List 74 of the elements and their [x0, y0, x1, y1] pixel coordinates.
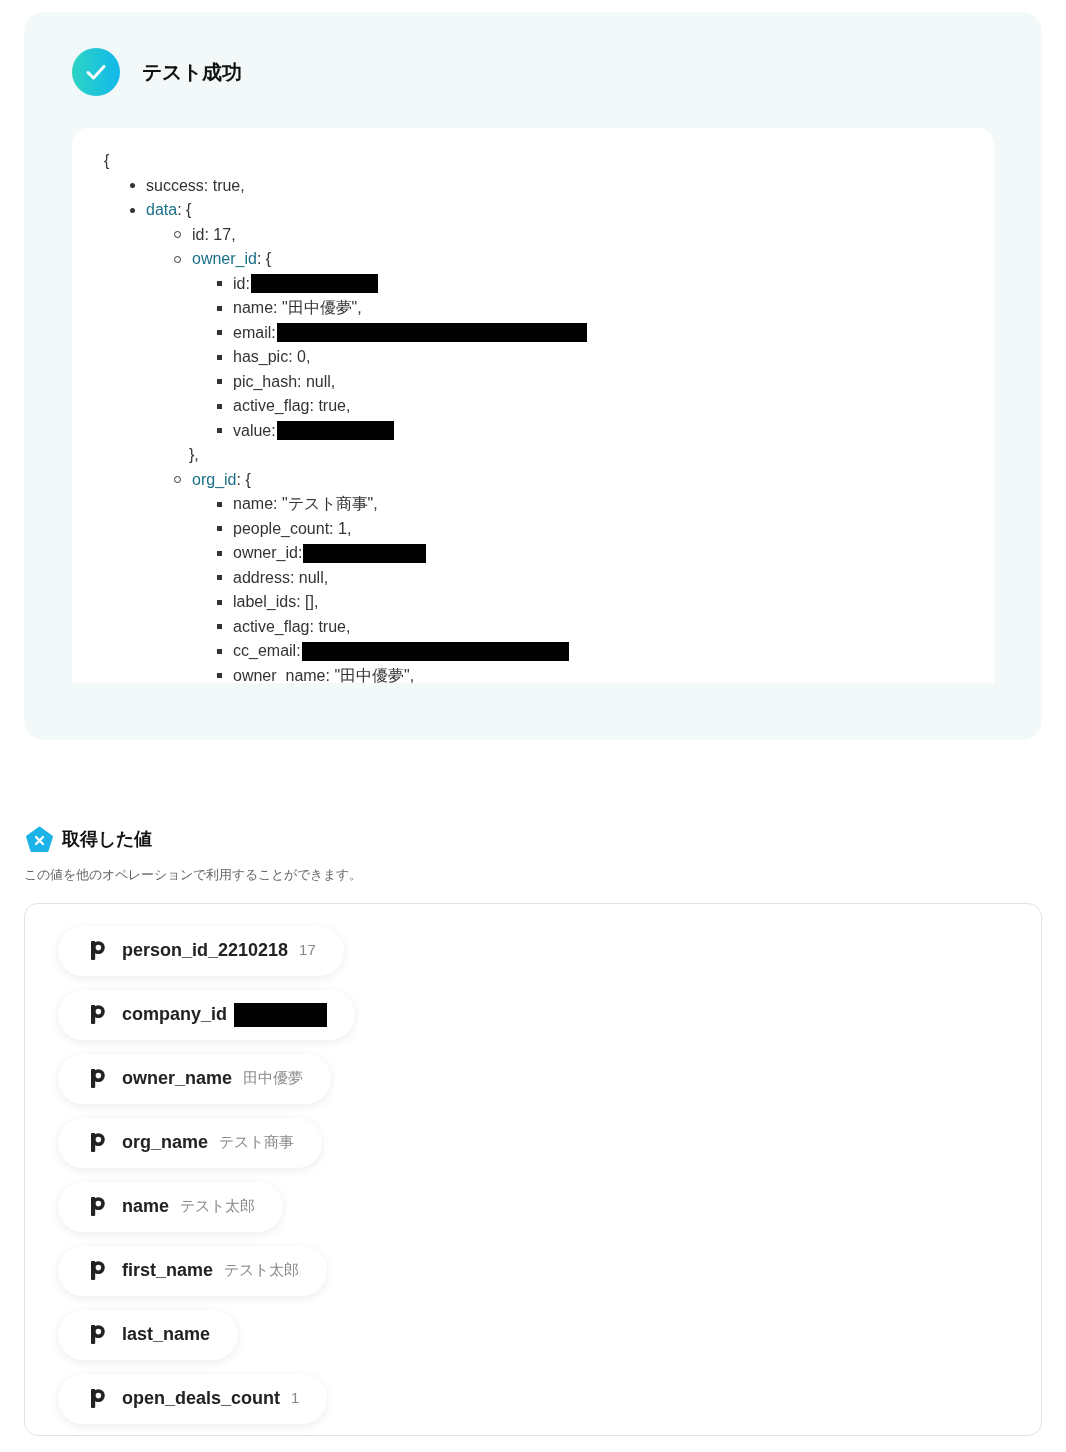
bullet-icon	[217, 575, 222, 581]
value-chip[interactable]: last_name	[58, 1309, 239, 1360]
pentagon-x-icon	[26, 826, 53, 853]
app-logo-icon	[90, 1069, 105, 1088]
check-icon	[72, 48, 120, 96]
value-chip[interactable]: company_id	[58, 989, 356, 1040]
value-text: 1	[291, 1388, 300, 1409]
value-text: テスト太郎	[180, 1196, 256, 1217]
value-name: owner_name	[122, 1067, 233, 1090]
code-line: pic_hash: null,	[233, 371, 336, 392]
section-title: 取得した値	[62, 828, 152, 851]
value-name: org_name	[122, 1131, 209, 1154]
value-chip[interactable]: first_name テスト太郎	[58, 1245, 328, 1296]
value-name: open_deals_count	[122, 1387, 281, 1410]
app-logo-icon	[90, 1133, 105, 1152]
bullet-icon	[217, 354, 222, 360]
code-line: id: 17,	[192, 224, 236, 245]
code-line: },	[189, 445, 199, 465]
bullet-icon	[217, 281, 222, 287]
value-name: last_name	[122, 1323, 211, 1346]
bullet-icon	[217, 624, 222, 630]
bullet-icon	[217, 379, 222, 385]
value-chip[interactable]: owner_name 田中優夢	[58, 1053, 332, 1104]
value-name: first_name	[122, 1259, 214, 1282]
bullet-icon	[217, 305, 222, 311]
value-text: 田中優夢	[243, 1068, 304, 1089]
value-chip[interactable]: person_id_2210218 17	[58, 925, 344, 976]
app-logo-icon	[90, 1261, 105, 1280]
value-text: テスト商事	[219, 1132, 295, 1153]
value-name: person_id_2210218	[122, 939, 289, 962]
code-line: address: null,	[233, 567, 329, 588]
code-line: email:	[233, 322, 276, 343]
bullet-icon	[217, 599, 222, 605]
code-line: success: true,	[146, 175, 245, 196]
bullet-icon	[130, 207, 135, 213]
code-line: data: {	[146, 200, 192, 220]
bullet-icon	[217, 330, 222, 336]
bullet-icon	[217, 403, 222, 409]
value-text: テスト太郎	[224, 1260, 300, 1281]
code-line: active_flag: true,	[233, 616, 351, 637]
code-line: name: "田中優夢",	[233, 298, 362, 318]
bullet-icon	[217, 428, 222, 434]
code-line: name: "テスト商事",	[233, 494, 378, 514]
code-line: owner_id:	[233, 543, 303, 563]
code-line: id:	[233, 273, 250, 294]
app-logo-icon	[90, 1325, 105, 1344]
result-title: テスト成功	[142, 60, 242, 85]
code-line: has_pic: 0,	[233, 347, 311, 367]
code-line: label_ids: [],	[233, 592, 319, 612]
bullet-icon	[217, 648, 222, 654]
code-line: value:	[233, 420, 276, 441]
app-logo-icon	[90, 1389, 105, 1408]
value-name: company_id	[122, 1003, 228, 1026]
code-line: owner_id: {	[192, 249, 272, 269]
bullet-icon	[217, 526, 222, 532]
app-logo-icon	[90, 1197, 105, 1216]
code-line: active_flag: true,	[233, 396, 351, 416]
bullet-icon	[130, 183, 135, 189]
code-line: {	[104, 151, 110, 171]
bullet-icon	[217, 673, 222, 679]
value-name: name	[122, 1195, 170, 1218]
section-description: この値を他のオペレーションで利用することができます。	[24, 866, 363, 884]
value-chip[interactable]: name テスト太郎	[58, 1181, 284, 1232]
bullet-icon	[217, 501, 222, 507]
bullet-icon	[217, 550, 222, 556]
code-line: owner_name: "田中優夢",	[233, 665, 415, 683]
app-logo-icon	[90, 941, 105, 960]
app-logo-icon	[90, 1005, 105, 1024]
code-line: cc_email:	[233, 641, 301, 661]
code-line: people_count: 1,	[233, 518, 352, 539]
code-line: org_id: {	[192, 469, 251, 490]
value-text: 17	[299, 940, 316, 961]
value-chip[interactable]: org_name テスト商事	[58, 1117, 323, 1168]
value-chip[interactable]: open_deals_count 1	[58, 1373, 328, 1424]
